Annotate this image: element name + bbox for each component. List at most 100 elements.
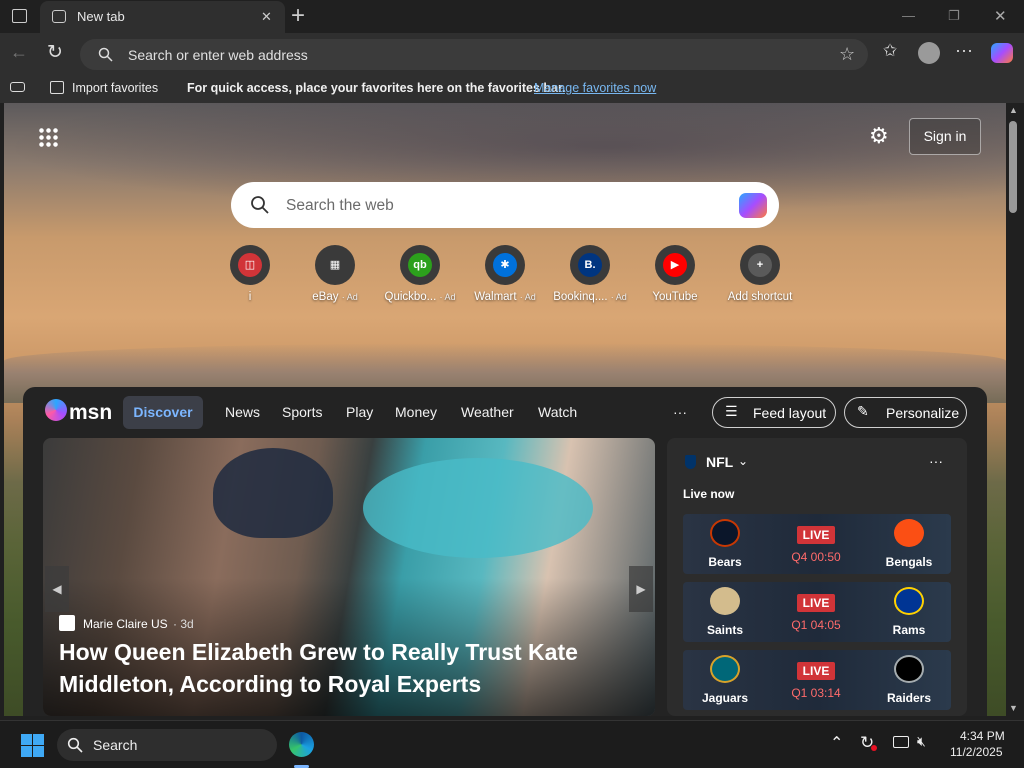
live-badge: LIVE <box>797 526 835 544</box>
nfl-title[interactable]: NFL <box>706 454 733 470</box>
favorite-star-icon[interactable]: ☆ <box>839 44 855 65</box>
apps-grid-icon[interactable] <box>38 127 58 147</box>
import-favorites-button[interactable]: Import favorites <box>72 81 158 95</box>
quick-link-label: YouTube <box>630 291 720 303</box>
quick-link[interactable]: ▦ eBay · Ad <box>290 245 380 303</box>
bengals-logo-icon <box>894 519 924 547</box>
jaguars-logo-icon <box>710 655 740 683</box>
nfl-more-button[interactable]: ··· <box>929 453 943 469</box>
quick-link-glyph: ▶ <box>663 253 687 277</box>
tab-actions-icon[interactable] <box>12 9 27 23</box>
page-scrollbar[interactable]: ▲ ▼ <box>1006 103 1024 716</box>
game-clock: Q1 03:14 <box>791 686 841 700</box>
game-row[interactable]: Saints LIVE Q1 04:05 Rams <box>683 582 951 642</box>
copilot-icon[interactable] <box>991 43 1013 63</box>
quick-link[interactable]: + Add shortcut <box>715 245 805 303</box>
more-menu-icon[interactable]: ··· <box>955 40 973 61</box>
quick-link-ad: · Ad <box>439 292 456 302</box>
tab-news[interactable]: News <box>225 404 260 420</box>
scroll-down-icon[interactable]: ▼ <box>1009 703 1018 713</box>
quick-link[interactable]: B. Bookinq.... · Ad <box>545 245 635 303</box>
tab-close-icon[interactable]: ✕ <box>261 9 272 25</box>
tab-weather[interactable]: Weather <box>461 404 514 420</box>
edge-taskbar-icon[interactable] <box>289 732 314 757</box>
address-placeholder: Search or enter web address <box>128 47 308 63</box>
volume-muted-icon[interactable]: 🔇︎ <box>917 733 926 750</box>
sign-in-button[interactable]: Sign in <box>909 118 981 155</box>
quick-link-text: eBay <box>312 291 339 303</box>
hero-source[interactable]: Marie Claire US <box>83 617 168 631</box>
game-clock: Q4 00:50 <box>791 550 841 564</box>
hero-headline[interactable]: How Queen Elizabeth Grew to Really Trust… <box>59 636 619 700</box>
title-bar: New tab ✕ + — ❐ ✕ <box>0 0 1024 33</box>
game-row[interactable]: Jaguars LIVE Q1 03:14 Raiders <box>683 650 951 710</box>
clock-date[interactable]: 11/2/2025 <box>950 745 1003 759</box>
tab-watch[interactable]: Watch <box>538 404 577 420</box>
favorites-icon[interactable]: ✩ <box>883 41 897 61</box>
bears-logo-icon <box>710 519 740 547</box>
back-icon[interactable]: ← <box>10 42 28 63</box>
hero-prev-button[interactable]: ◀ <box>45 566 69 612</box>
chevron-down-icon[interactable]: ⌄ <box>738 454 748 468</box>
profile-avatar[interactable] <box>918 42 940 64</box>
close-window-button[interactable]: ✕ <box>994 7 1007 25</box>
quick-link[interactable]: ◫ i <box>205 245 295 303</box>
raiders-logo-icon <box>894 655 924 683</box>
quick-link[interactable]: qb Quickbo... · Ad <box>375 245 465 303</box>
quick-link[interactable]: ▶ YouTube <box>630 245 720 303</box>
quick-link-label: Add shortcut <box>715 291 805 303</box>
minimize-button[interactable]: — <box>902 8 915 23</box>
personalize-label: Personalize <box>886 405 960 421</box>
live-badge: LIVE <box>797 662 835 680</box>
quick-link-glyph: B. <box>578 253 602 277</box>
hero-article-card[interactable]: ◀ ▶ Marie Claire US · 3d How Queen Eliza… <box>43 438 655 716</box>
tab-play[interactable]: Play <box>346 404 373 420</box>
quick-link-text: YouTube <box>652 291 698 303</box>
collections-icon[interactable] <box>10 82 25 92</box>
game-row[interactable]: Bears LIVE Q4 00:50 Bengals <box>683 514 951 574</box>
home-team: Bears <box>708 555 742 569</box>
quick-link-icon: ▶ <box>655 245 695 285</box>
feed-layout-button[interactable]: ☰ Feed layout <box>712 397 836 428</box>
search-icon <box>67 737 83 753</box>
network-icon[interactable] <box>893 736 909 748</box>
new-tab-button[interactable]: + <box>291 2 305 30</box>
web-search-box[interactable]: Search the web <box>231 182 779 228</box>
scroll-up-icon[interactable]: ▲ <box>1009 105 1018 115</box>
msn-brand[interactable]: msn <box>69 401 112 425</box>
copilot-search-icon[interactable] <box>739 193 767 218</box>
start-windows-icon[interactable] <box>21 734 44 757</box>
browser-toolbar: ← ↻ Search or enter web address ☆ ✩ ··· <box>0 33 1024 73</box>
scrollbar-thumb[interactable] <box>1009 121 1017 213</box>
settings-gear-icon[interactable]: ⚙ <box>869 123 889 149</box>
clock-time[interactable]: 4:34 PM <box>960 729 1005 743</box>
away-team: Raiders <box>886 691 932 705</box>
address-bar[interactable]: Search or enter web address ☆ <box>80 39 868 70</box>
quick-link[interactable]: ✱ Walmart · Ad <box>460 245 550 303</box>
tab-discover[interactable]: Discover <box>123 396 203 429</box>
nfl-shield-icon <box>685 455 696 469</box>
chevron-up-icon[interactable]: ⌃ <box>830 733 843 753</box>
tab-new-tab[interactable]: New tab ✕ <box>40 1 285 33</box>
tab-sports[interactable]: Sports <box>282 404 322 420</box>
manage-favorites-link[interactable]: Manage favorites now <box>534 81 656 95</box>
refresh-icon[interactable]: ↻ <box>47 41 63 64</box>
quick-link-ad: · Ad <box>519 292 536 302</box>
quick-link-glyph: ✱ <box>493 253 517 277</box>
quick-link-glyph: qb <box>408 253 432 277</box>
hero-next-button[interactable]: ▶ <box>629 566 653 612</box>
sparkle-pencil-icon: ✎ <box>857 403 869 419</box>
quick-link-label: i <box>205 291 295 303</box>
search-icon <box>98 47 113 62</box>
taskbar-search[interactable]: Search <box>57 729 277 761</box>
quick-link-label: eBay · Ad <box>290 291 380 303</box>
feed-layout-label: Feed layout <box>753 405 827 421</box>
personalize-button[interactable]: ✎ Personalize <box>844 397 967 428</box>
tab-money[interactable]: Money <box>395 404 437 420</box>
search-icon <box>251 196 269 214</box>
feed-more-button[interactable]: ··· <box>673 404 687 420</box>
msn-logo-icon[interactable] <box>45 399 67 421</box>
restore-button[interactable]: ❐ <box>948 8 960 24</box>
quick-link-icon: qb <box>400 245 440 285</box>
live-badge: LIVE <box>797 594 835 612</box>
